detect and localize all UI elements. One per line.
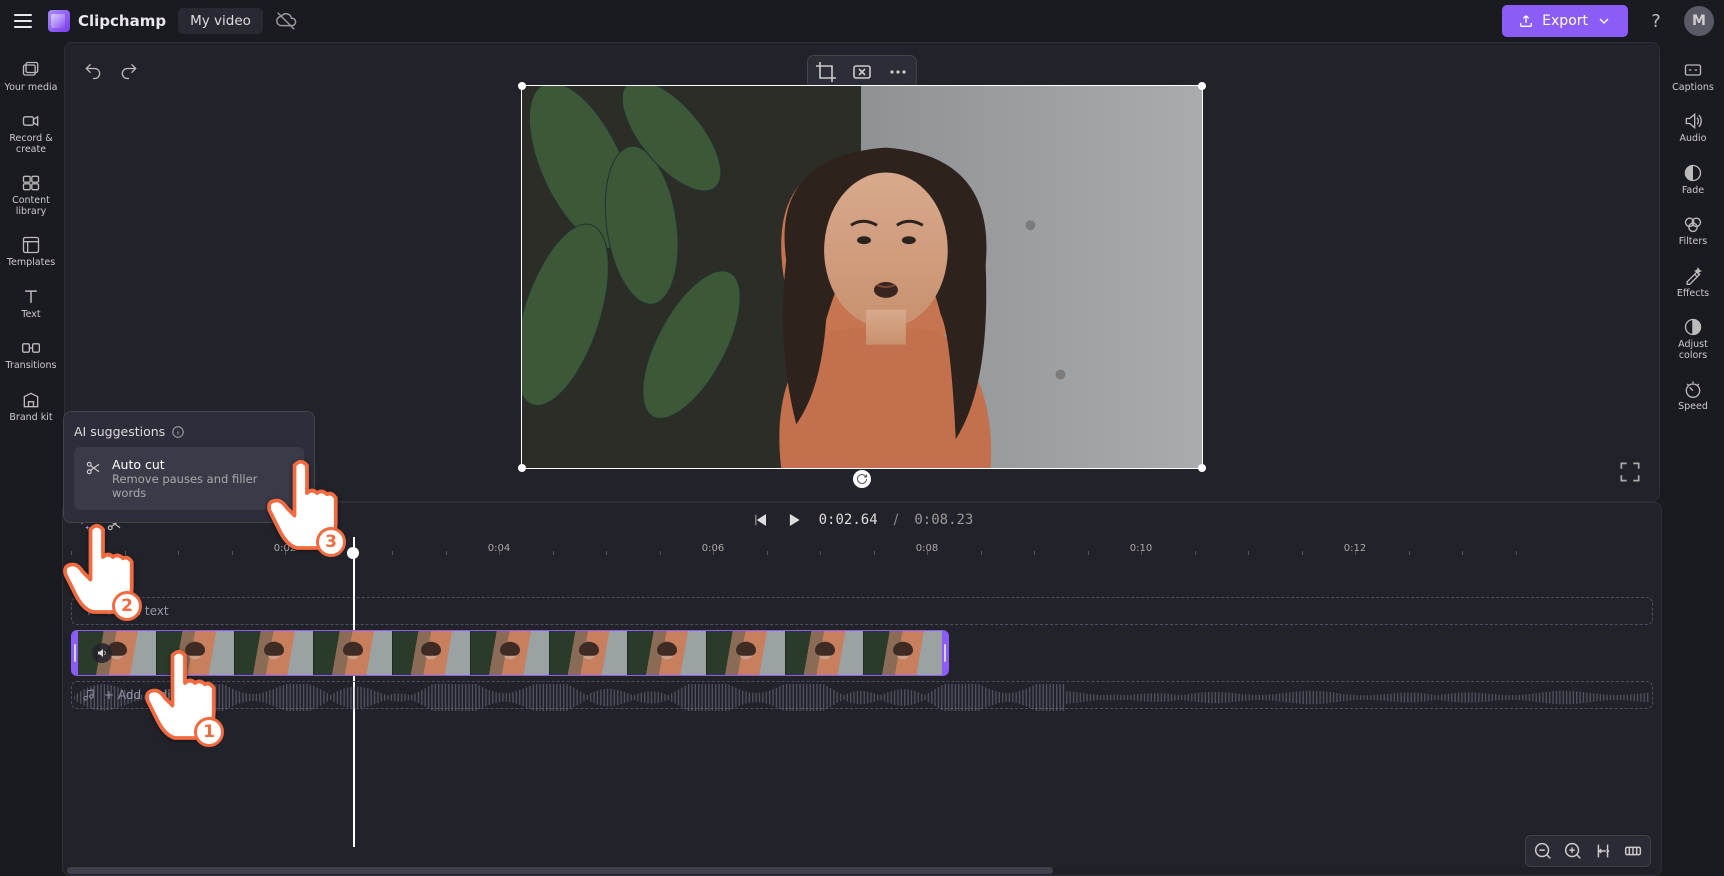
zoom-in-button[interactable] bbox=[1562, 840, 1584, 862]
user-avatar[interactable]: M bbox=[1684, 6, 1714, 36]
preview-video-frame bbox=[522, 86, 1202, 468]
redo-button[interactable] bbox=[119, 61, 139, 81]
ai-item-desc: Remove pauses and filler words bbox=[112, 472, 294, 500]
text-icon bbox=[82, 604, 96, 618]
playback-controls: 0:02.64 / 0:08.23 bbox=[751, 511, 974, 529]
clipchamp-logo-icon bbox=[48, 10, 70, 32]
sidebar-speed[interactable]: Speed bbox=[1665, 373, 1721, 418]
video-track bbox=[71, 630, 1653, 676]
sidebar-effects[interactable]: Effects bbox=[1665, 260, 1721, 305]
audio-track-placeholder: + Add audio bbox=[104, 688, 178, 702]
app-logo[interactable]: Clipchamp bbox=[48, 10, 166, 32]
sidebar-record-create[interactable]: Record & create bbox=[3, 105, 59, 161]
crop-button[interactable] bbox=[814, 60, 838, 84]
time-separator: / bbox=[894, 512, 899, 528]
top-bar: Clipchamp My video Export ? M bbox=[0, 0, 1724, 42]
timeline-panel: AI suggestions Auto cut Remove pauses an… bbox=[62, 502, 1662, 876]
preview-toolbar bbox=[807, 55, 917, 89]
sidebar-captions[interactable]: Captions bbox=[1665, 54, 1721, 99]
scissors-sparkle-icon bbox=[84, 459, 102, 477]
app-name: Clipchamp bbox=[78, 12, 166, 30]
audio-track[interactable]: + Add audio bbox=[71, 681, 1653, 709]
project-title[interactable]: My video bbox=[178, 8, 263, 34]
video-clip[interactable] bbox=[71, 630, 949, 676]
sidebar-brand-kit[interactable]: Brand kit bbox=[3, 384, 59, 429]
clip-trim-left[interactable] bbox=[72, 631, 78, 675]
fit-button[interactable] bbox=[850, 60, 874, 84]
text-track[interactable]: + Add text bbox=[71, 597, 1653, 625]
resize-handle-tr[interactable] bbox=[1198, 82, 1206, 90]
sidebar-templates[interactable]: Templates bbox=[3, 229, 59, 274]
sidebar-filters[interactable]: Filters bbox=[1665, 208, 1721, 253]
sidebar-fade[interactable]: Fade bbox=[1665, 157, 1721, 202]
playhead-handle[interactable] bbox=[347, 547, 359, 559]
ai-popup-title: AI suggestions bbox=[74, 424, 165, 439]
undo-button[interactable] bbox=[83, 61, 103, 81]
current-time: 0:02.64 bbox=[819, 512, 878, 528]
rotate-handle[interactable] bbox=[853, 470, 871, 488]
sidebar-your-media[interactable]: Your media bbox=[3, 54, 59, 99]
sidebar-adjust-colors[interactable]: Adjust colors bbox=[1665, 311, 1721, 367]
timeline-scrollbar[interactable] bbox=[67, 867, 1657, 874]
help-button[interactable]: ? bbox=[1640, 5, 1672, 37]
ai-suggestions-popup: AI suggestions Auto cut Remove pauses an… bbox=[63, 411, 315, 523]
more-options-button[interactable] bbox=[886, 60, 910, 84]
waveform bbox=[74, 684, 1650, 711]
sidebar-audio[interactable]: Audio bbox=[1665, 105, 1721, 150]
preview-frame[interactable] bbox=[521, 85, 1203, 469]
cloud-sync-off-icon[interactable] bbox=[275, 10, 297, 32]
skip-start-button[interactable] bbox=[751, 511, 769, 529]
chevron-down-icon bbox=[1596, 13, 1612, 29]
timeline-zoom-controls bbox=[1525, 835, 1651, 867]
zoom-fit-button[interactable] bbox=[1592, 840, 1614, 862]
timeline-ruler[interactable]: 0:020:040:060:080:100:12 bbox=[63, 545, 1661, 569]
total-time: 0:08.23 bbox=[914, 512, 973, 528]
export-label: Export bbox=[1542, 13, 1588, 29]
right-sidebar: Captions Audio Fade Filters Effects Adju… bbox=[1662, 42, 1724, 502]
clip-audio-toggle[interactable] bbox=[92, 643, 112, 663]
resize-handle-tl[interactable] bbox=[518, 82, 526, 90]
text-track-placeholder: + Add text bbox=[104, 604, 169, 618]
export-button[interactable]: Export bbox=[1502, 5, 1628, 37]
sidebar-transitions[interactable]: Transitions bbox=[3, 332, 59, 377]
info-icon bbox=[171, 425, 185, 439]
sidebar-text[interactable]: Text bbox=[3, 281, 59, 326]
resize-handle-bl[interactable] bbox=[518, 464, 526, 472]
ai-auto-cut-item[interactable]: Auto cut Remove pauses and filler words bbox=[74, 447, 304, 510]
ai-item-title: Auto cut bbox=[112, 457, 294, 472]
hamburger-menu[interactable] bbox=[10, 8, 36, 34]
sidebar-content-library[interactable]: Content library bbox=[3, 167, 59, 223]
resize-handle-br[interactable] bbox=[1198, 464, 1206, 472]
zoom-timeline-button[interactable] bbox=[1622, 840, 1644, 862]
clip-trim-right[interactable] bbox=[942, 631, 948, 675]
zoom-out-button[interactable] bbox=[1532, 840, 1554, 862]
play-button[interactable] bbox=[785, 511, 803, 529]
left-sidebar: Your media Record & create Content libra… bbox=[0, 42, 62, 502]
fullscreen-button[interactable] bbox=[1617, 459, 1643, 485]
